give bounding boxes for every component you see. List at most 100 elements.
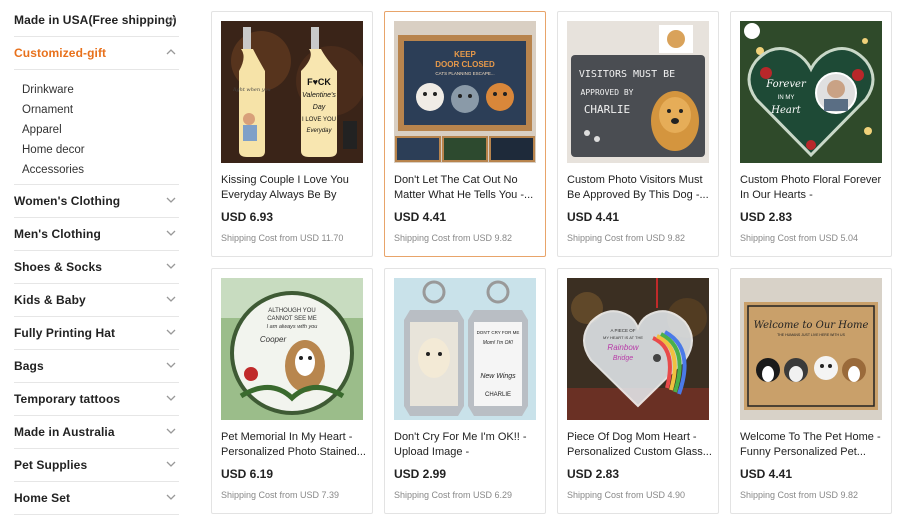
- product-card[interactable]: ALTHOUGH YOU CANNOT SEE ME I am always w…: [211, 268, 373, 514]
- subcategory-drinkware[interactable]: Drinkware: [22, 80, 179, 100]
- subcategory-ornament[interactable]: Ornament: [22, 100, 179, 120]
- product-title[interactable]: Piece Of Dog Mom Heart - Personalized Cu…: [567, 430, 712, 460]
- heart-line-3: Heart: [770, 105, 801, 116]
- dog-mat-line-2: APPROVED BY: [581, 88, 634, 97]
- pet-doormat-image[interactable]: Welcome to Our Home THE HUMANS JUST LIVE…: [740, 278, 882, 420]
- category-label: Shoes & Socks: [14, 260, 103, 274]
- subcategory-home-decor[interactable]: Home decor: [22, 140, 179, 160]
- category-fully-printing-hat[interactable]: Fully Printing Hat: [14, 317, 179, 350]
- heart-line-2: IN MY: [778, 95, 795, 101]
- suncatcher-line-2: CANNOT SEE ME: [267, 316, 317, 322]
- shipping-cost: Shipping Cost from USD 9.82: [394, 233, 513, 243]
- product-title[interactable]: Pet Memorial In My Heart - Personalized …: [221, 430, 366, 460]
- category-label: Pet Supplies: [14, 458, 88, 472]
- product-title[interactable]: Custom Photo Visitors Must Be Approved B…: [567, 173, 712, 203]
- category-label: Bags: [14, 359, 44, 373]
- product-price: USD 2.83: [567, 467, 620, 481]
- glass-heart-line-4: Bridge: [613, 355, 633, 362]
- category-womens-clothing[interactable]: Women's Clothing: [14, 185, 179, 218]
- keychain-image[interactable]: DON'T CRY FOR ME Mom! I'm OK! New Wings …: [394, 278, 536, 420]
- product-title[interactable]: Don't Let The Cat Out No Matter What He …: [394, 173, 539, 203]
- cat-mat-line-1: KEEP: [454, 50, 476, 59]
- category-made-in-australia[interactable]: Made in Australia: [14, 416, 179, 449]
- bottle-right-line-3: Day: [313, 104, 326, 111]
- product-price: USD 6.19: [221, 467, 274, 481]
- suncatcher-image[interactable]: ALTHOUGH YOU CANNOT SEE ME I am always w…: [221, 278, 363, 420]
- product-price: USD 2.83: [740, 210, 793, 224]
- product-card[interactable]: Forever IN MY Heart Custom Photo Floral …: [730, 11, 892, 257]
- product-card[interactable]: Welcome to Our Home THE HUMANS JUST LIVE…: [730, 268, 892, 514]
- glass-heart-image[interactable]: A PIECE OF MY HEART IS AT THE Rainbow Br…: [567, 278, 709, 420]
- product-price: USD 6.93: [221, 210, 274, 224]
- category-customized-gift[interactable]: Customized-gift: [14, 37, 179, 70]
- shipping-cost: Shipping Cost from USD 6.29: [394, 490, 513, 500]
- category-kids-baby[interactable]: Kids & Baby: [14, 284, 179, 317]
- cat-doormat-image[interactable]: KEEP DOOR CLOSED CATS PLANNING ESCAPE...: [394, 21, 536, 163]
- shipping-cost: Shipping Cost from USD 7.39: [221, 490, 340, 500]
- cat-mat-line-2: DOOR CLOSED: [435, 60, 495, 69]
- bottle-lamp-image[interactable]: light when you F♥CK Valentine's Day I LO…: [221, 21, 363, 163]
- category-label: Home Set: [14, 491, 71, 505]
- keychain-line-2: Mom! I'm OK!: [483, 340, 514, 346]
- category-label: Women's Clothing: [14, 194, 121, 208]
- chevron-down-icon[interactable]: [165, 425, 177, 437]
- bottle-right-line-4: I LOVE YOU: [302, 117, 336, 123]
- category-label: Men's Clothing: [14, 227, 101, 241]
- category-shoes-socks[interactable]: Shoes & Socks: [14, 251, 179, 284]
- category-temporary-tattoos[interactable]: Temporary tattoos: [14, 383, 179, 416]
- product-price: USD 4.41: [567, 210, 620, 224]
- bottle-right-line-5: Everyday: [306, 128, 332, 134]
- subcategory-apparel[interactable]: Apparel: [22, 120, 179, 140]
- customized-gift-subcategories: Drinkware Ornament Apparel Home decor Ac…: [14, 70, 179, 185]
- heart-ornament-image[interactable]: Forever IN MY Heart: [740, 21, 882, 163]
- suncatcher-line-3: I am always with you: [267, 324, 318, 330]
- category-made-in-usa[interactable]: Made in USA(Free shipping): [14, 4, 179, 37]
- product-title[interactable]: Don't Cry For Me I'm OK!! - Upload Image…: [394, 430, 539, 460]
- product-price: USD 4.41: [394, 210, 447, 224]
- product-card[interactable]: A PIECE OF MY HEART IS AT THE Rainbow Br…: [557, 268, 719, 514]
- category-pet-supplies[interactable]: Pet Supplies: [14, 449, 179, 482]
- cat-mat-line-3: CATS PLANNING ESCAPE...: [435, 71, 494, 76]
- dog-doormat-image[interactable]: VISITORS MUST BE APPROVED BY CHARLIE: [567, 21, 709, 163]
- chevron-down-icon[interactable]: [165, 392, 177, 404]
- product-card[interactable]: DON'T CRY FOR ME Mom! I'm OK! New Wings …: [384, 268, 546, 514]
- chevron-up-icon[interactable]: [165, 46, 177, 58]
- product-title[interactable]: Welcome To The Pet Home - Funny Personal…: [740, 430, 885, 460]
- bottle-left-text: light when you: [233, 87, 271, 93]
- glass-heart-line-3: Rainbow: [607, 343, 639, 352]
- suncatcher-line-4: Cooper: [260, 335, 287, 344]
- glass-heart-line-1: A PIECE OF: [610, 328, 635, 333]
- product-price: USD 4.41: [740, 467, 793, 481]
- product-title[interactable]: Custom Photo Floral Forever In Our Heart…: [740, 173, 885, 203]
- glass-heart-line-2: MY HEART IS AT THE: [603, 335, 643, 340]
- category-bags[interactable]: Bags: [14, 350, 179, 383]
- product-card[interactable]: light when you F♥CK Valentine's Day I LO…: [211, 11, 373, 257]
- category-label: Made in USA(Free shipping): [14, 13, 177, 27]
- pet-mat-line-1: Welcome to Our Home: [754, 320, 869, 331]
- shipping-cost: Shipping Cost from USD 9.82: [740, 490, 859, 500]
- keychain-line-1: DON'T CRY FOR ME: [477, 330, 520, 335]
- category-home-set[interactable]: Home Set: [14, 482, 179, 515]
- chevron-down-icon[interactable]: [165, 293, 177, 305]
- category-mens-clothing[interactable]: Men's Clothing: [14, 218, 179, 251]
- product-card[interactable]: VISITORS MUST BE APPROVED BY CHARLIE Cus…: [557, 11, 719, 257]
- subcategory-accessories[interactable]: Accessories: [22, 160, 179, 180]
- keychain-line-3: New Wings: [480, 373, 516, 380]
- chevron-down-icon[interactable]: [165, 491, 177, 503]
- chevron-down-icon[interactable]: [165, 260, 177, 272]
- product-title[interactable]: Kissing Couple I Love You Everyday Alway…: [221, 173, 366, 203]
- chevron-down-icon[interactable]: [165, 194, 177, 206]
- chevron-down-icon[interactable]: [165, 458, 177, 470]
- dog-mat-line-1: VISITORS MUST BE: [579, 69, 675, 80]
- keychain-line-4: CHARLIE: [485, 392, 511, 398]
- chevron-down-icon[interactable]: [165, 227, 177, 239]
- chevron-down-icon[interactable]: [165, 359, 177, 371]
- bottle-right-line-1: F♥CK: [307, 77, 331, 87]
- category-label: Made in Australia: [14, 425, 115, 439]
- chevron-down-icon[interactable]: [165, 326, 177, 338]
- chevron-down-icon[interactable]: [165, 13, 177, 25]
- pet-mat-line-2: THE HUMANS JUST LIVE HERE WITH US: [777, 333, 845, 337]
- shipping-cost: Shipping Cost from USD 9.82: [567, 233, 686, 243]
- product-card[interactable]: KEEP DOOR CLOSED CATS PLANNING ESCAPE...…: [384, 11, 546, 257]
- dog-mat-line-3: CHARLIE: [584, 103, 630, 116]
